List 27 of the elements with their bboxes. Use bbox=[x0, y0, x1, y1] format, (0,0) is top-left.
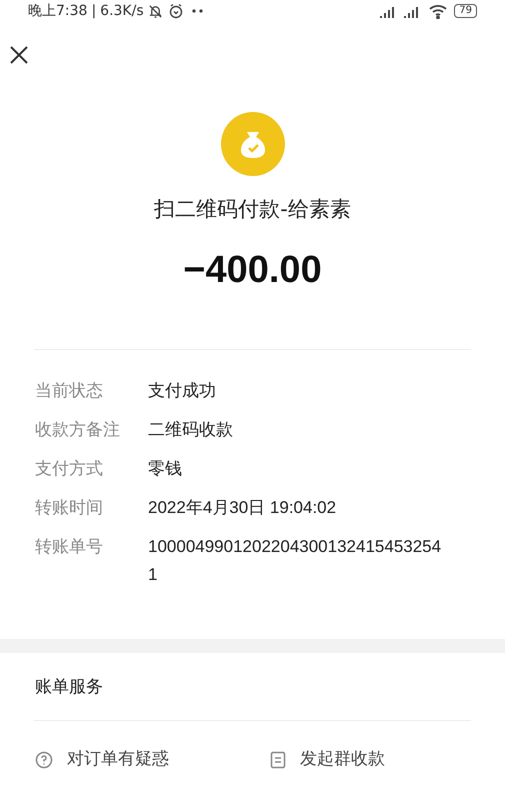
status-time: 晚上7:38 bbox=[28, 2, 88, 20]
service-link[interactable]: 发起群收款 bbox=[270, 747, 385, 772]
document-icon bbox=[270, 750, 286, 769]
detail-label: 当前状态 bbox=[35, 380, 104, 402]
detail-value: 支付成功 bbox=[148, 380, 217, 402]
detail-label: 转账单号 bbox=[35, 536, 104, 558]
battery-icon: 79 bbox=[454, 4, 477, 18]
payment-title: 扫二维码付款-给素素 bbox=[154, 196, 351, 223]
detail-value: 2022年4月30日 19:04:02 bbox=[148, 496, 338, 518]
detail-value: 二维码收款 bbox=[148, 418, 234, 440]
detail-label: 收款方备注 bbox=[35, 418, 121, 442]
wifi-icon bbox=[428, 4, 448, 18]
network-speed: 6.3K/s bbox=[100, 2, 144, 20]
detail-value: 零钱 bbox=[148, 458, 183, 480]
status-separator: | bbox=[91, 2, 96, 20]
payment-amount: −400.00 bbox=[183, 248, 322, 292]
money-bag-icon bbox=[220, 112, 284, 176]
service-link[interactable]: 对订单有疑惑 bbox=[35, 747, 270, 772]
detail-value: 10000499012022043001324154532541 bbox=[148, 536, 442, 586]
bell-off-icon bbox=[148, 4, 163, 18]
close-button[interactable] bbox=[8, 44, 30, 66]
more-dots-icon bbox=[192, 9, 204, 13]
section-title: 账单服务 bbox=[35, 676, 104, 698]
detail-label: 支付方式 bbox=[35, 458, 104, 480]
question-icon bbox=[35, 750, 53, 769]
alarm-icon bbox=[168, 3, 184, 19]
detail-label: 转账时间 bbox=[35, 496, 104, 520]
